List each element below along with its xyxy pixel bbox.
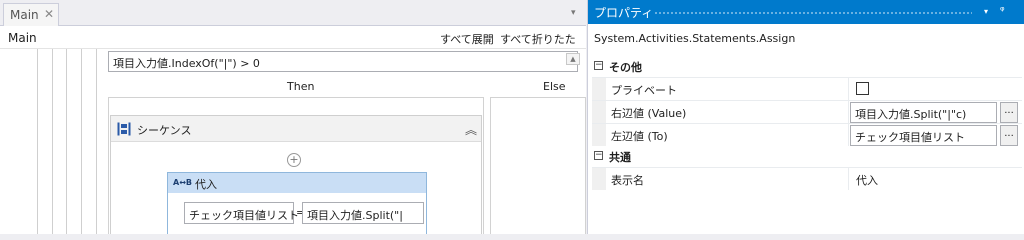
- workflow-designer: Main ✕ ▾ Main すべて展開 すべて折りたたみ 項目入力値.Index…: [0, 0, 586, 234]
- assign-activity[interactable]: A↔B 代入 チェック項目値リスト = 項目入力値.Split("|: [167, 172, 427, 234]
- properties-panel: プロパティ ▾ ᵠ System.Activities.Statements.A…: [587, 0, 1024, 234]
- titlebar-grip: [654, 11, 972, 15]
- assign-value-text: 項目入力値.Split("|: [307, 209, 403, 222]
- tab-main[interactable]: Main ✕: [3, 3, 59, 26]
- tab-dropdown-icon[interactable]: ▾: [571, 8, 576, 18]
- row-gutter: [592, 168, 606, 190]
- category-label: 共通: [609, 151, 631, 164]
- tab-close-icon[interactable]: ✕: [44, 7, 54, 21]
- private-checkbox[interactable]: [856, 82, 869, 95]
- category-common[interactable]: − 共通: [592, 146, 1022, 167]
- assign-to-input[interactable]: チェック項目値リスト: [184, 202, 299, 224]
- display-name-value[interactable]: 代入: [856, 172, 878, 188]
- category-misc[interactable]: − その他: [592, 56, 1022, 77]
- nesting-line: [81, 49, 82, 234]
- else-label: Else: [543, 80, 566, 93]
- column-divider: [848, 124, 849, 146]
- then-label: Then: [287, 80, 315, 93]
- document-tab-bar: Main ✕ ▾: [0, 0, 586, 26]
- sequence-icon: [117, 122, 131, 136]
- assign-icon: A↔B: [173, 178, 192, 187]
- breadcrumb-bar: Main すべて展開 すべて折りたたみ: [0, 27, 586, 62]
- row-gutter: [592, 78, 606, 100]
- collapse-icon[interactable]: ︽: [465, 121, 477, 138]
- scroll-up-icon[interactable]: ▲: [566, 53, 580, 65]
- row-gutter: [592, 101, 606, 123]
- nesting-line: [66, 49, 67, 234]
- property-row-value[interactable]: 右辺値 (Value) 項目入力値.Split("|"c) ...: [592, 100, 1022, 123]
- property-name: プライベート: [611, 84, 677, 97]
- to-expression-text: チェック項目値リスト: [855, 131, 965, 144]
- designer-canvas[interactable]: 項目入力値.IndexOf("|") > 0 ▲ Then Else シーケンス…: [0, 49, 586, 234]
- pin-icon[interactable]: ᵠ: [1000, 4, 1005, 17]
- selected-object-type: System.Activities.Statements.Assign: [594, 32, 796, 45]
- property-row-to[interactable]: 左辺値 (To) チェック項目値リスト ...: [592, 123, 1022, 146]
- nesting-line: [37, 49, 38, 234]
- add-activity-icon[interactable]: +: [287, 153, 301, 167]
- column-divider: [848, 168, 849, 190]
- sequence-header[interactable]: シーケンス ︽: [111, 116, 481, 142]
- category-label: その他: [609, 61, 642, 74]
- value-expression-input[interactable]: 項目入力値.Split("|"c): [850, 102, 997, 123]
- nesting-line: [52, 49, 53, 234]
- assign-title: 代入: [195, 178, 217, 191]
- if-condition-text: 項目入力値.IndexOf("|") > 0: [113, 57, 260, 70]
- property-name: 表示名: [611, 174, 644, 187]
- properties-titlebar[interactable]: プロパティ ▾ ᵠ: [588, 0, 1024, 24]
- else-branch-panel[interactable]: [490, 97, 586, 234]
- property-name: 左辺値 (To): [611, 130, 668, 143]
- assign-value-input[interactable]: 項目入力値.Split("|: [302, 202, 424, 224]
- assign-header[interactable]: A↔B 代入: [168, 173, 426, 193]
- sequence-title: シーケンス: [137, 124, 192, 137]
- column-divider: [848, 101, 849, 123]
- property-row-display-name[interactable]: 表示名 代入: [592, 167, 1022, 190]
- value-expression-text: 項目入力値.Split("|"c): [855, 108, 967, 121]
- nesting-line: [96, 49, 97, 234]
- row-gutter: [592, 124, 606, 146]
- sequence-activity[interactable]: シーケンス ︽ + A↔B 代入 チェック項目値リスト = 項目入力値.Spli…: [110, 115, 482, 234]
- collapse-category-icon[interactable]: −: [594, 61, 603, 70]
- assign-to-text: チェック項目値リスト: [189, 209, 299, 222]
- if-condition-input[interactable]: 項目入力値.IndexOf("|") > 0: [108, 51, 578, 72]
- breadcrumb[interactable]: Main: [8, 31, 37, 45]
- properties-title: プロパティ: [594, 6, 654, 20]
- window-position-dropdown-icon[interactable]: ▾: [984, 7, 988, 16]
- expand-all-link[interactable]: すべて展開: [440, 31, 494, 47]
- property-row-private[interactable]: プライベート: [592, 77, 1022, 100]
- tab-main-label: Main: [10, 8, 39, 22]
- value-expression-editor-button[interactable]: ...: [1000, 102, 1018, 123]
- to-expression-editor-button[interactable]: ...: [1000, 125, 1018, 146]
- property-grid: − その他 プライベート 右辺値 (Value) 項目入力値.Split("|"…: [592, 56, 1022, 234]
- collapse-category-icon[interactable]: −: [594, 151, 603, 160]
- property-name: 右辺値 (Value): [611, 107, 687, 120]
- column-divider: [848, 78, 849, 100]
- to-expression-input[interactable]: チェック項目値リスト: [850, 125, 997, 146]
